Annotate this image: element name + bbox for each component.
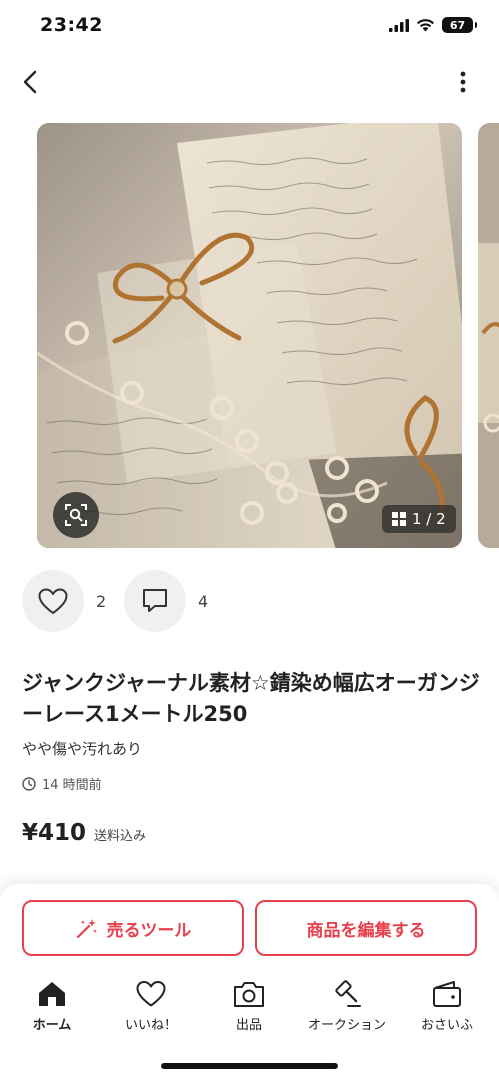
back-button[interactable] <box>12 64 48 100</box>
home-indicator[interactable] <box>161 1063 338 1069</box>
grid-icon <box>392 512 406 526</box>
like-count: 2 <box>96 592 107 611</box>
tab-wallet-label: おさいふ <box>420 1018 473 1033</box>
status-icons: 67 <box>389 17 477 33</box>
heart-icon <box>136 981 166 1007</box>
wifi-icon <box>417 19 434 32</box>
sell-tool-button[interactable]: 売るツール <box>22 900 244 956</box>
sell-tool-label: 売るツール <box>106 920 192 941</box>
tab-listing-label: 出品 <box>235 1018 262 1033</box>
magic-wand-icon <box>76 919 97 939</box>
clock-icon <box>22 776 36 791</box>
chevron-left-icon <box>23 70 37 94</box>
product-photo <box>37 123 462 548</box>
status-bar: 23:42 67 <box>0 0 499 54</box>
camera-icon <box>234 982 264 1007</box>
product-title: ジャンクジャーナル素材☆錆染め幅広オーガンジーレース1メートル250 <box>22 671 480 726</box>
signal-icon <box>389 18 409 32</box>
tab-home[interactable]: ホーム <box>7 980 97 1033</box>
image-counter: 1 / 2 <box>382 505 456 533</box>
more-vertical-icon <box>460 71 466 93</box>
product-image[interactable] <box>37 123 462 548</box>
gavel-icon <box>335 980 361 1007</box>
comment-icon <box>143 589 167 612</box>
tab-home-label: ホーム <box>32 1018 72 1033</box>
comment-button[interactable] <box>124 570 186 632</box>
tab-wallet[interactable]: おさいふ <box>402 980 492 1033</box>
more-options-button[interactable] <box>445 64 481 100</box>
next-image-peek[interactable] <box>478 123 499 548</box>
price-row: ¥410 送料込み <box>22 820 146 846</box>
home-icon <box>39 982 65 1006</box>
shipping-note: 送料込み <box>94 829 147 844</box>
image-search-button[interactable] <box>53 492 99 538</box>
tab-auction-label: オークション <box>307 1018 386 1033</box>
edit-item-button[interactable]: 商品を編集する <box>255 900 477 956</box>
posted-time-text: 14 時間前 <box>42 778 102 793</box>
tab-likes[interactable]: いいね！ <box>106 980 196 1033</box>
battery-icon: 67 <box>442 17 477 33</box>
tab-likes-label: いいね！ <box>124 1018 177 1033</box>
battery-level: 67 <box>449 18 466 32</box>
wallet-icon <box>433 981 461 1007</box>
price: ¥410 <box>22 820 87 846</box>
status-time: 23:42 <box>40 14 103 36</box>
image-counter-text: 1 / 2 <box>412 510 446 528</box>
edit-item-label: 商品を編集する <box>306 920 426 941</box>
like-button[interactable] <box>22 570 84 632</box>
posted-time: 14 時間前 <box>22 774 102 793</box>
item-condition: やや傷や汚れあり <box>22 740 143 758</box>
comment-count: 4 <box>198 592 209 611</box>
tab-listing[interactable]: 出品 <box>204 980 294 1033</box>
tab-auction[interactable]: オークション <box>302 980 392 1033</box>
image-search-icon <box>65 504 87 526</box>
next-photo <box>478 123 499 548</box>
heart-outline-icon <box>38 588 68 614</box>
